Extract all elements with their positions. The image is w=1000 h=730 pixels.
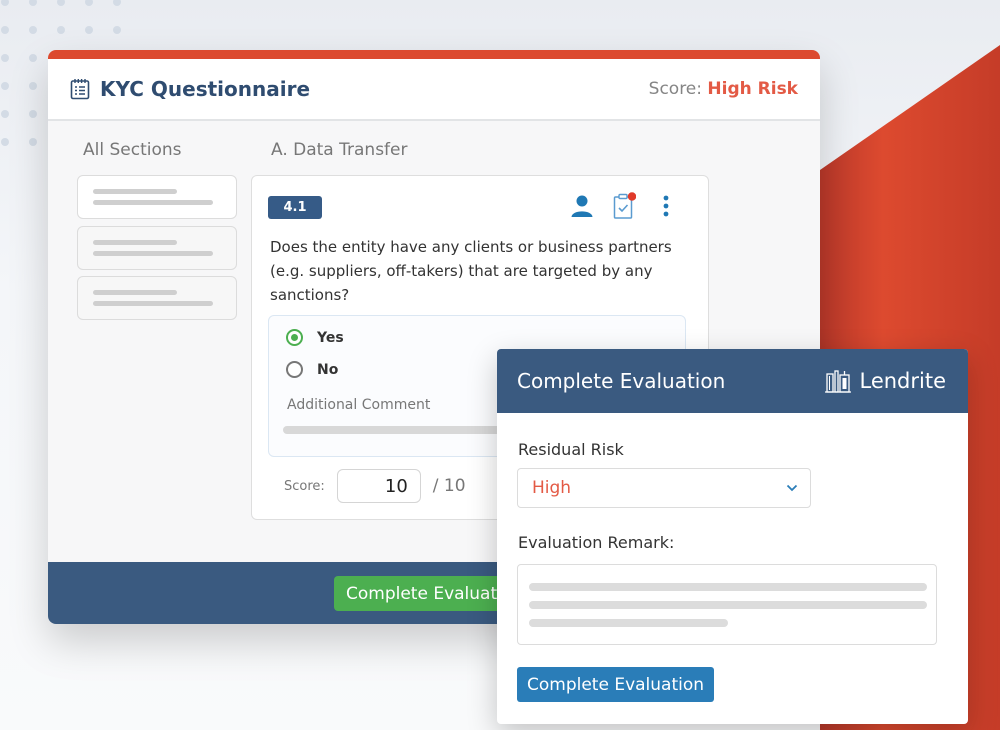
radio-yes[interactable] [286, 329, 303, 346]
chevron-down-icon [786, 484, 798, 492]
complete-evaluation-modal: Complete Evaluation Lendrite Residual Ri… [497, 349, 968, 724]
sections-heading: All Sections [83, 140, 182, 160]
decorative-dot [1, 82, 9, 90]
decorative-dot [29, 82, 37, 90]
modal-title: Complete Evaluation [517, 369, 726, 393]
option-yes[interactable]: Yes [286, 329, 344, 346]
decorative-dot [29, 54, 37, 62]
window-accent-bar [48, 50, 820, 59]
review-clipboard-icon[interactable] [612, 192, 636, 220]
decorative-dot [1, 110, 9, 118]
decorative-dot [1, 26, 9, 34]
score-label: Score: [648, 79, 702, 99]
decorative-dot [113, 0, 121, 6]
score-risk-badge: High Risk [707, 79, 798, 99]
section-list-item[interactable] [77, 175, 237, 219]
overall-score: Score: High Risk [649, 79, 798, 99]
option-no[interactable]: No [286, 361, 338, 378]
brand-name: Lendrite [859, 369, 946, 393]
assign-user-icon[interactable] [570, 192, 594, 220]
current-section-heading: A. Data Transfer [271, 140, 408, 160]
decorative-dot [1, 0, 9, 6]
decorative-dot [85, 26, 93, 34]
evaluation-remark-label: Evaluation Remark: [518, 533, 675, 552]
decorative-dot [1, 54, 9, 62]
question-score-input[interactable] [336, 469, 421, 503]
decorative-dot [85, 0, 93, 6]
additional-comment-label: Additional Comment [287, 397, 431, 413]
section-list-item[interactable] [77, 226, 237, 270]
question-text: Does the entity have any clients or busi… [270, 238, 672, 304]
question-number-badge: 4.1 [268, 196, 322, 219]
notification-dot [627, 192, 636, 201]
question-score-label: Score: [284, 478, 325, 494]
decorative-dot [29, 0, 37, 6]
page-title: KYC Questionnaire [100, 77, 311, 101]
section-list-item[interactable] [77, 276, 237, 320]
question-score-max: / 10 [432, 476, 466, 496]
buildings-icon [825, 370, 852, 393]
decorative-dot [57, 26, 65, 34]
decorative-dot [29, 138, 37, 146]
option-no-label: No [317, 361, 339, 378]
checklist-icon [70, 79, 90, 100]
decorative-dot [29, 110, 37, 118]
evaluation-remark-textarea[interactable] [517, 564, 937, 645]
brand-logo: Lendrite [825, 369, 946, 393]
residual-risk-label: Residual Risk [518, 440, 624, 459]
decorative-dot [29, 26, 37, 34]
decorative-dot [113, 26, 121, 34]
modal-complete-evaluation-button[interactable]: Complete Evaluation [517, 667, 715, 702]
radio-no[interactable] [286, 361, 303, 378]
more-options-icon[interactable] [654, 192, 678, 220]
decorative-dot [1, 138, 9, 146]
decorative-dot [57, 0, 65, 6]
residual-risk-select[interactable]: High [517, 468, 811, 508]
residual-risk-value: High [532, 478, 572, 498]
kyc-header: KYC Questionnaire Score: High Risk [48, 59, 820, 121]
modal-header: Complete Evaluation Lendrite [497, 349, 968, 413]
option-yes-label: Yes [317, 329, 344, 346]
